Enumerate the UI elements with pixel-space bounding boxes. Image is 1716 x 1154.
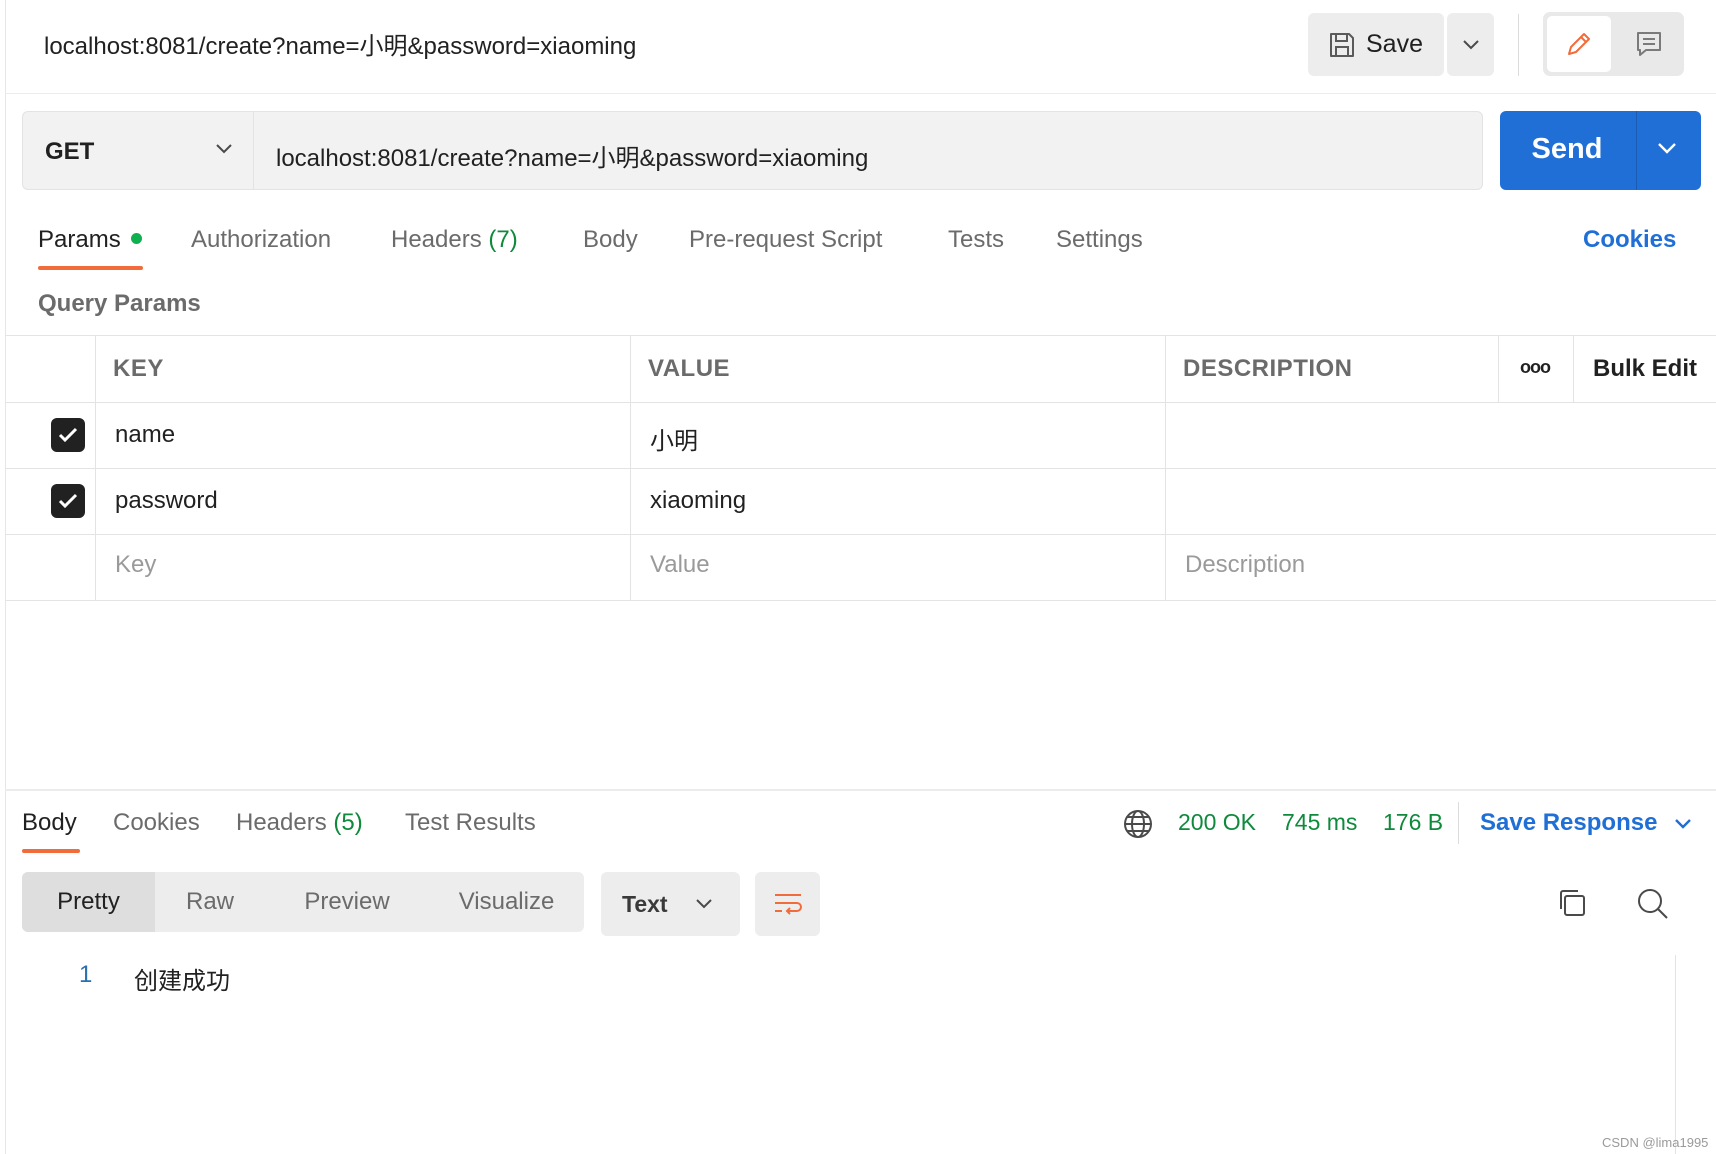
send-button[interactable]: Send xyxy=(1500,111,1701,190)
send-label: Send xyxy=(1531,133,1603,165)
view-mode-segmented-control: Pretty Raw Preview Visualize xyxy=(22,872,584,932)
view-toggle xyxy=(1543,12,1684,76)
editor-scrollbar[interactable] xyxy=(1675,955,1676,1154)
tab-headers-count: (7) xyxy=(488,226,518,253)
line-number: 1 xyxy=(79,961,93,988)
table-column-divider xyxy=(95,335,96,601)
comments-button[interactable] xyxy=(1619,16,1679,72)
response-tab-test-results[interactable]: Test Results xyxy=(405,809,536,837)
view-mode-visualize[interactable]: Visualize xyxy=(429,872,584,932)
response-tab-body[interactable]: Body xyxy=(22,809,77,837)
tab-prerequest-script[interactable]: Pre-request Script xyxy=(689,226,882,254)
query-params-title: Query Params xyxy=(38,290,201,317)
search-icon[interactable] xyxy=(1636,887,1670,921)
send-divider xyxy=(1636,111,1637,190)
checkmark-icon xyxy=(58,427,78,443)
header-divider-line xyxy=(5,93,1716,94)
method-label: GET xyxy=(45,138,95,165)
response-size[interactable]: 176 B xyxy=(1383,809,1443,836)
active-tab-underline xyxy=(38,266,143,270)
new-key-input[interactable]: Key xyxy=(115,551,156,579)
tab-settings[interactable]: Settings xyxy=(1056,226,1143,254)
watermark: CSDN @lima1995 xyxy=(1602,1135,1709,1150)
tab-authorization[interactable]: Authorization xyxy=(191,226,331,254)
save-dropdown-button[interactable] xyxy=(1447,13,1494,76)
tab-tests[interactable]: Tests xyxy=(948,226,1004,254)
wrap-lines-button[interactable] xyxy=(755,872,820,936)
globe-icon[interactable] xyxy=(1122,808,1154,840)
response-tab-headers[interactable]: Headers (5) xyxy=(236,809,363,837)
column-header-key: KEY xyxy=(113,355,164,382)
table-border xyxy=(5,335,1716,336)
new-description-input[interactable]: Description xyxy=(1185,551,1305,579)
params-indicator-dot xyxy=(131,233,142,244)
response-time[interactable]: 745 ms xyxy=(1282,809,1357,836)
column-header-value: VALUE xyxy=(648,355,731,382)
table-border xyxy=(5,534,1716,535)
param-value-cell[interactable]: 小明 xyxy=(650,421,698,456)
comment-icon xyxy=(1637,32,1661,56)
response-tab-headers-count: (5) xyxy=(333,809,363,836)
url-text: localhost:8081/create?name=小明&password=x… xyxy=(276,145,869,172)
table-column-divider xyxy=(630,335,631,601)
tab-headers[interactable]: Headers (7) xyxy=(391,226,518,254)
new-value-input[interactable]: Value xyxy=(650,551,710,579)
bulk-edit-button[interactable]: Bulk Edit xyxy=(1593,355,1697,383)
save-label: Save xyxy=(1366,30,1423,58)
save-button[interactable]: Save xyxy=(1308,13,1444,76)
tab-params[interactable]: Params xyxy=(38,226,121,254)
header-divider xyxy=(1518,14,1519,76)
request-title[interactable]: localhost:8081/create?name=小明&password=x… xyxy=(44,26,636,61)
format-label: Text xyxy=(622,891,668,917)
row-checkbox-password[interactable] xyxy=(51,484,85,518)
param-key-cell[interactable]: password xyxy=(115,487,218,515)
copy-icon[interactable] xyxy=(1556,887,1588,919)
url-input[interactable]: localhost:8081/create?name=小明&password=x… xyxy=(253,111,1483,190)
response-tab-cookies[interactable]: Cookies xyxy=(113,809,200,837)
cookies-link[interactable]: Cookies xyxy=(1583,226,1676,254)
wrap-lines-icon xyxy=(774,894,802,915)
column-header-description: DESCRIPTION xyxy=(1183,355,1353,382)
response-status[interactable]: 200 OK xyxy=(1178,809,1256,836)
view-mode-preview[interactable]: Preview xyxy=(265,872,429,932)
checkmark-icon xyxy=(58,493,78,509)
chevron-down-icon xyxy=(216,144,232,154)
save-response-button[interactable]: Save Response xyxy=(1480,809,1692,837)
edit-mode-button[interactable] xyxy=(1547,16,1611,72)
view-mode-pretty[interactable]: Pretty xyxy=(22,872,155,932)
response-divider[interactable] xyxy=(5,789,1716,791)
status-divider xyxy=(1458,802,1459,844)
response-body-line: 创建成功 xyxy=(134,968,230,995)
table-border xyxy=(5,600,1716,601)
method-select[interactable]: GET xyxy=(22,111,253,190)
table-border xyxy=(5,402,1716,403)
more-options-icon[interactable]: ooo xyxy=(1520,357,1551,378)
save-response-label: Save Response xyxy=(1480,809,1658,836)
save-icon xyxy=(1330,32,1354,57)
format-select[interactable]: Text xyxy=(601,872,740,936)
param-value-cell[interactable]: xiaoming xyxy=(650,487,746,515)
response-active-tab-underline xyxy=(22,849,80,853)
chevron-down-icon xyxy=(696,899,712,909)
table-border xyxy=(5,468,1716,469)
chevron-down-icon xyxy=(1462,39,1479,49)
table-column-divider xyxy=(1498,335,1499,402)
tab-body[interactable]: Body xyxy=(583,226,638,254)
tab-headers-label: Headers xyxy=(391,226,482,253)
view-mode-raw[interactable]: Raw xyxy=(155,872,265,932)
response-tab-headers-label: Headers xyxy=(236,809,327,836)
row-checkbox-name[interactable] xyxy=(51,418,85,452)
chevron-down-icon xyxy=(1675,819,1691,829)
chevron-down-icon[interactable] xyxy=(1657,141,1677,155)
param-key-cell[interactable]: name xyxy=(115,421,175,449)
pencil-icon xyxy=(1568,33,1590,55)
table-column-divider xyxy=(1573,335,1574,402)
table-column-divider xyxy=(1165,335,1166,601)
